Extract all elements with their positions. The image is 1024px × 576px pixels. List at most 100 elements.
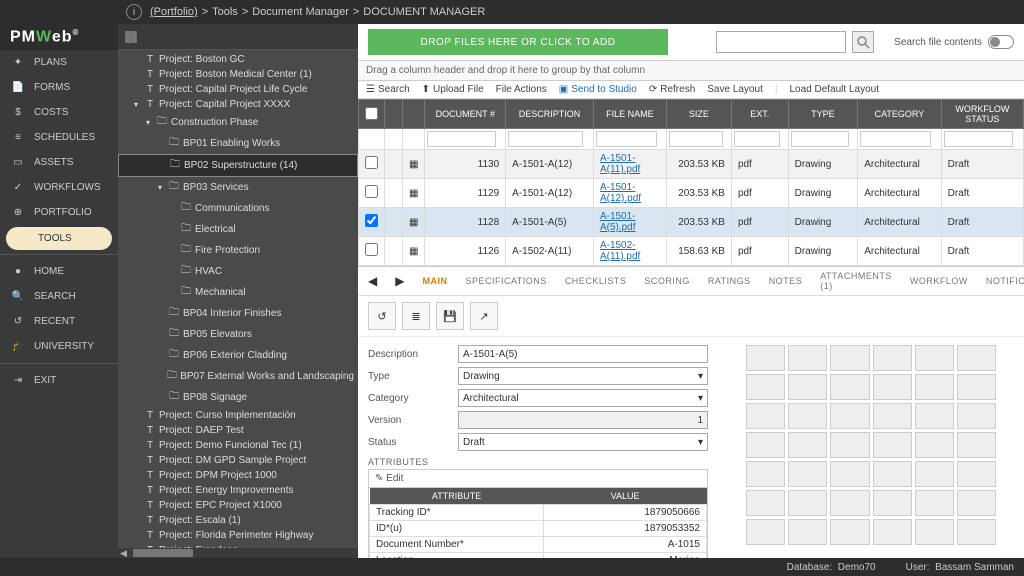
tb-load[interactable]: Load Default Layout	[789, 84, 879, 95]
undo-button[interactable]: ↺	[368, 302, 396, 330]
tree-item[interactable]: TProject: EPC Project X1000	[118, 498, 358, 513]
col-wf[interactable]: WORKFLOW STATUS	[941, 100, 1023, 129]
tree-item[interactable]: 🗀Mechanical	[118, 282, 358, 303]
nav-recent[interactable]: ↺RECENT	[0, 309, 118, 334]
nav-costs[interactable]: $COSTS	[0, 100, 118, 125]
tree-item[interactable]: 🗀Fire Protection	[118, 240, 358, 261]
col-type[interactable]: TYPE	[788, 100, 858, 129]
group-hint[interactable]: Drag a column header and drop it here to…	[358, 60, 1024, 81]
tree-item[interactable]: TProject: Boston GC	[118, 52, 358, 67]
tree-item[interactable]: TProject: Boston Medical Center (1)	[118, 67, 358, 82]
tree-item[interactable]: 🗀BP05 Elevators	[118, 324, 358, 345]
attributes-edit[interactable]: ✎ Edit	[369, 470, 707, 488]
tab-ratings[interactable]: RATINGS	[708, 276, 751, 286]
tree-item[interactable]: TProject: Curso Implementación	[118, 408, 358, 423]
nav-exit[interactable]: ⇥EXIT	[0, 368, 118, 393]
row-checkbox[interactable]	[365, 185, 378, 198]
nav-plans[interactable]: ✦PLANS	[0, 50, 118, 75]
tb-upload[interactable]: ⬆ Upload File	[422, 84, 484, 95]
field-type[interactable]: Drawing▾	[458, 367, 708, 385]
tab-notes[interactable]: NOTES	[769, 276, 803, 286]
col-cat[interactable]: CATEGORY	[858, 100, 941, 129]
tree-item[interactable]: TProject: DM GPD Sample Project	[118, 453, 358, 468]
row-checkbox[interactable]	[365, 156, 378, 169]
col-doc[interactable]: DOCUMENT #	[425, 100, 506, 129]
field-description[interactable]: A-1501-A(5)	[458, 345, 708, 363]
tree-item[interactable]: 🗀BP06 Exterior Cladding	[118, 345, 358, 366]
tree-item[interactable]: TProject: DPM Project 1000	[118, 468, 358, 483]
filter-doc[interactable]	[427, 131, 495, 147]
tree-item[interactable]: TProject: DAEP Test	[118, 423, 358, 438]
settings-icon[interactable]	[124, 30, 138, 44]
breadcrumb-2[interactable]: Document Manager	[252, 6, 349, 18]
tb-actions[interactable]: File Actions	[496, 84, 547, 95]
col-desc[interactable]: DESCRIPTION	[506, 100, 594, 129]
table-row[interactable]: ▦1129A-1501-A(12)A-1501-A(12).pdf203.53 …	[359, 179, 1024, 208]
nav-university[interactable]: 🎓UNIVERSITY	[0, 334, 118, 359]
tree-item[interactable]: TProject: Capital Project Life Cycle	[118, 82, 358, 97]
document-preview[interactable]	[718, 337, 1024, 558]
filter-desc[interactable]	[508, 131, 583, 147]
dropzone[interactable]: DROP FILES HERE OR CLICK TO ADD	[368, 29, 668, 55]
col-ext[interactable]: EXT.	[731, 100, 788, 129]
tree-item[interactable]: 🗀BP04 Interior Finishes	[118, 303, 358, 324]
tree-item[interactable]: 🗀BP01 Enabling Works	[118, 133, 358, 154]
nav-assets[interactable]: ▭ASSETS	[0, 150, 118, 175]
tab-next[interactable]: ▶	[395, 274, 404, 288]
select-all[interactable]	[365, 107, 378, 120]
col-size[interactable]: SIZE	[666, 100, 731, 129]
tab-workflow[interactable]: WORKFLOW	[910, 276, 968, 286]
filter-type[interactable]	[791, 131, 849, 147]
tab-main[interactable]: MAIN	[422, 276, 447, 286]
filter-wf[interactable]	[944, 131, 1014, 147]
tb-studio[interactable]: ▣ Send to Studio	[559, 84, 637, 95]
nav-forms[interactable]: 📄FORMS	[0, 75, 118, 100]
nav-search[interactable]: 🔍SEARCH	[0, 284, 118, 309]
nav-portfolio[interactable]: ⊕PORTFOLIO	[0, 200, 118, 225]
table-row[interactable]: ▦1130A-1501-A(12)A-1501-A(11).pdf203.53 …	[359, 150, 1024, 179]
nav-home[interactable]: ●HOME	[0, 259, 118, 284]
info-icon[interactable]: i	[126, 4, 142, 20]
tb-save[interactable]: Save Layout	[707, 84, 763, 95]
tree-item[interactable]: TProject: Energy Improvements	[118, 483, 358, 498]
field-category[interactable]: Architectural▾	[458, 389, 708, 407]
tb-refresh[interactable]: ⟳ Refresh	[649, 84, 695, 95]
table-row[interactable]: ▦1128A-1501-A(5)A-1501-A(5).pdf203.53 KB…	[359, 208, 1024, 237]
row-checkbox[interactable]	[365, 243, 378, 256]
tab-specifications[interactable]: SPECIFICATIONS	[465, 276, 546, 286]
tab-scoring[interactable]: SCORING	[644, 276, 690, 286]
tree-item[interactable]: ▾🗀Construction Phase	[118, 112, 358, 133]
tab-notifications[interactable]: NOTIFICATIONS	[986, 276, 1024, 286]
save-button[interactable]: 💾	[436, 302, 464, 330]
tree-item[interactable]: TProject: Demo Funcional Tec (1)	[118, 438, 358, 453]
filter-size[interactable]	[669, 131, 723, 147]
filter-ext[interactable]	[734, 131, 781, 147]
tree-item[interactable]: 🗀Communications	[118, 198, 358, 219]
tree-item[interactable]: ▾🗀BP03 Services	[118, 177, 358, 198]
tree-toolbar[interactable]	[118, 24, 358, 50]
field-status[interactable]: Draft▾	[458, 433, 708, 451]
row-checkbox[interactable]	[365, 214, 378, 227]
tree-item[interactable]: 🗀BP08 Signage	[118, 387, 358, 408]
tb-search[interactable]: ☰ Search	[366, 84, 410, 95]
table-row[interactable]: ▦1126A-1502-A(11)A-1502-A(11).pdf158.63 …	[359, 237, 1024, 266]
nav-workflows[interactable]: ✓WORKFLOWS	[0, 175, 118, 200]
tree-item[interactable]: 🗀Electrical	[118, 219, 358, 240]
breadcrumb-1[interactable]: Tools	[212, 6, 238, 18]
tree-item[interactable]: 🗀HVAC	[118, 261, 358, 282]
tab-checklists[interactable]: CHECKLISTS	[565, 276, 627, 286]
open-button[interactable]: ↗	[470, 302, 498, 330]
search-contents-toggle[interactable]	[988, 35, 1014, 49]
filter-file[interactable]	[596, 131, 657, 147]
breadcrumb-root[interactable]: (Portfolio)	[150, 6, 198, 18]
nav-tools[interactable]: TOOLS	[6, 227, 112, 250]
tree-item[interactable]: TProject: Escala (1)	[118, 513, 358, 528]
tree-item[interactable]: 🗀BP07 External Works and Landscaping	[118, 366, 358, 387]
tree-item[interactable]: 🗀BP02 Superstructure (14)	[118, 154, 358, 177]
tree-scrollbar[interactable]: ◀	[118, 548, 358, 558]
tree-item[interactable]: TProject: Florida Perimeter Highway	[118, 528, 358, 543]
search-button[interactable]	[852, 31, 874, 53]
tab-prev[interactable]: ◀	[368, 274, 377, 288]
nav-schedules[interactable]: ≡SCHEDULES	[0, 125, 118, 150]
search-input[interactable]	[716, 31, 846, 53]
